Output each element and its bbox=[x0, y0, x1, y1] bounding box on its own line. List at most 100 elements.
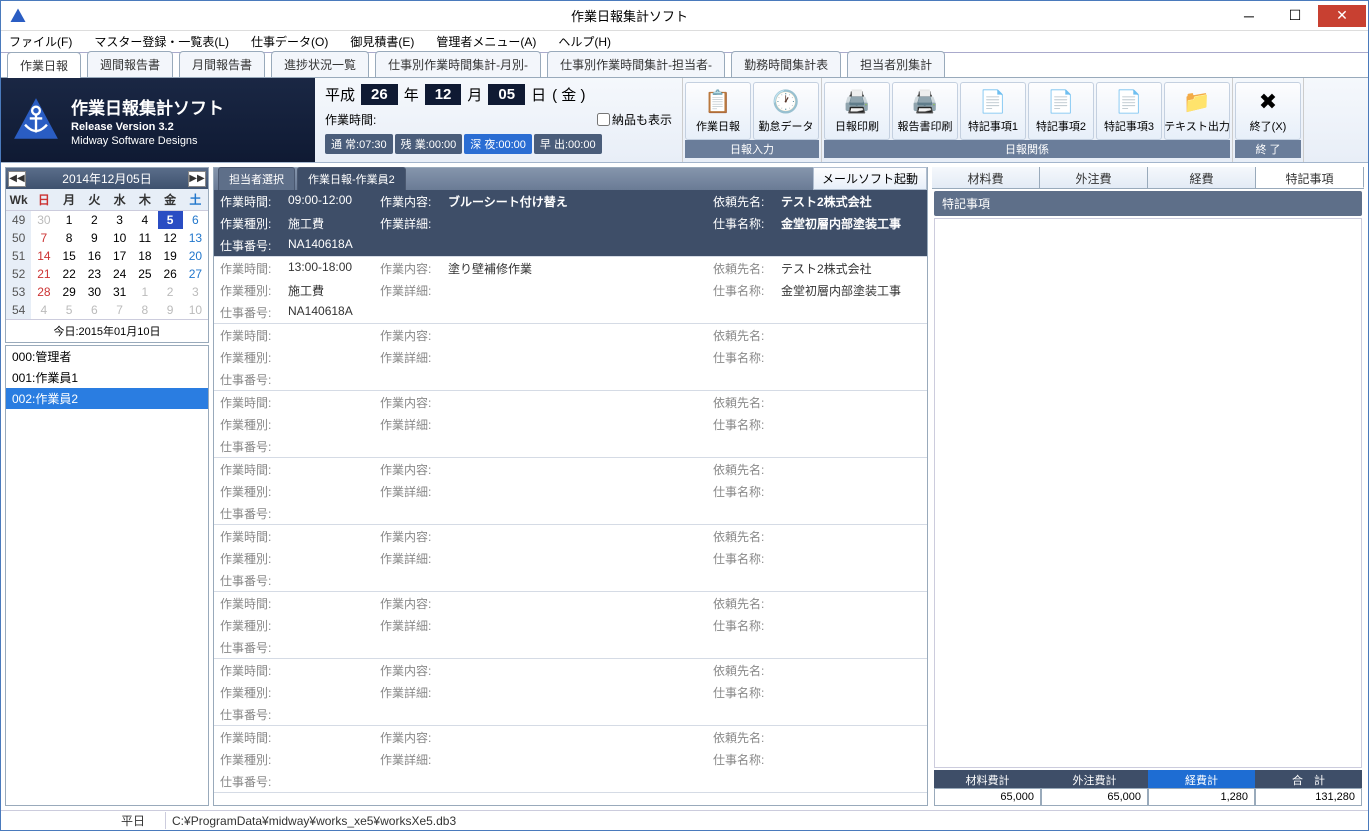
cal-day[interactable]: 14 bbox=[31, 247, 56, 265]
btn-note3[interactable]: 📄特記事項3 bbox=[1096, 82, 1162, 140]
cal-day[interactable]: 4 bbox=[31, 301, 56, 319]
entry-row[interactable]: 作業時間:09:00-12:00 作業内容:ブルーシート付け替え 依頼先名:テス… bbox=[214, 190, 927, 257]
menu-file[interactable]: ファイル(F) bbox=[5, 31, 76, 52]
cal-day[interactable]: 5 bbox=[57, 301, 82, 319]
entry-row[interactable]: 作業時間:13:00-18:00 作業内容:塗り壁補修作業 依頼先名:テスト2株… bbox=[214, 257, 927, 324]
cal-day[interactable]: 21 bbox=[31, 265, 56, 283]
cal-day[interactable]: 23 bbox=[82, 265, 107, 283]
btn-text-export[interactable]: 📁テキスト出力 bbox=[1164, 82, 1230, 140]
cal-day[interactable]: 29 bbox=[57, 283, 82, 301]
staff-item[interactable]: 002:作業員2 bbox=[6, 388, 208, 409]
tab-monthly[interactable]: 月間報告書 bbox=[179, 51, 265, 77]
cal-day[interactable]: 9 bbox=[82, 229, 107, 247]
cal-next[interactable]: ▶▶ bbox=[188, 171, 206, 187]
cal-day[interactable]: 9 bbox=[158, 301, 183, 319]
cal-day[interactable]: 6 bbox=[82, 301, 107, 319]
brand-title: 作業日報集計ソフト bbox=[71, 94, 224, 119]
month-value[interactable]: 12 bbox=[425, 84, 462, 105]
cal-day[interactable]: 1 bbox=[57, 211, 82, 230]
cal-day[interactable]: 13 bbox=[183, 229, 208, 247]
tab-time-by-job-staff[interactable]: 仕事別作業時間集計-担当者- bbox=[547, 51, 725, 77]
cal-day[interactable]: 7 bbox=[31, 229, 56, 247]
delivery-checkbox[interactable] bbox=[597, 113, 610, 126]
entry-row[interactable]: 作業時間: 作業内容: 依頼先名: 作業種別: 作業詳細: 仕事名称: 仕事番号… bbox=[214, 525, 927, 592]
btn-note2[interactable]: 📄特記事項2 bbox=[1028, 82, 1094, 140]
cal-day[interactable]: 7 bbox=[107, 301, 132, 319]
btn-print-daily[interactable]: 🖨️日報印刷 bbox=[824, 82, 890, 140]
cal-day[interactable]: 11 bbox=[132, 229, 157, 247]
cal-day[interactable]: 3 bbox=[107, 211, 132, 230]
cal-day[interactable]: 19 bbox=[158, 247, 183, 265]
close-button[interactable]: ✕ bbox=[1318, 5, 1366, 27]
btn-exit[interactable]: ✖終了(X) bbox=[1235, 82, 1301, 140]
entry-row[interactable]: 作業時間: 作業内容: 依頼先名: 作業種別: 作業詳細: 仕事名称: 仕事番号… bbox=[214, 391, 927, 458]
note-body[interactable] bbox=[934, 218, 1362, 768]
rtab-expense[interactable]: 経費 bbox=[1148, 167, 1256, 188]
entry-row[interactable]: 作業時間: 作業内容: 依頼先名: 作業種別: 作業詳細: 仕事名称: 仕事番号… bbox=[214, 324, 927, 391]
menu-admin[interactable]: 管理者メニュー(A) bbox=[432, 31, 540, 52]
menu-estimate[interactable]: 御見積書(E) bbox=[346, 31, 418, 52]
minimize-button[interactable]: ─ bbox=[1226, 5, 1272, 27]
mtab-staff-select[interactable]: 担当者選択 bbox=[218, 167, 295, 190]
cal-day[interactable]: 1 bbox=[132, 283, 157, 301]
cal-day[interactable]: 24 bbox=[107, 265, 132, 283]
tab-weekly[interactable]: 週間報告書 bbox=[87, 51, 173, 77]
cal-day[interactable]: 6 bbox=[183, 211, 208, 230]
rtab-material[interactable]: 材料費 bbox=[932, 167, 1040, 188]
cal-day[interactable]: 12 bbox=[158, 229, 183, 247]
cal-day[interactable]: 27 bbox=[183, 265, 208, 283]
cal-day[interactable]: 2 bbox=[82, 211, 107, 230]
cal-day[interactable]: 31 bbox=[107, 283, 132, 301]
year-value[interactable]: 26 bbox=[361, 84, 398, 105]
cal-day[interactable]: 4 bbox=[132, 211, 157, 230]
maximize-button[interactable]: ☐ bbox=[1272, 5, 1318, 27]
menu-master[interactable]: マスター登録・一覧表(L) bbox=[90, 31, 233, 52]
cal-day[interactable]: 8 bbox=[57, 229, 82, 247]
entry-row[interactable]: 作業時間: 作業内容: 依頼先名: 作業種別: 作業詳細: 仕事名称: 仕事番号… bbox=[214, 458, 927, 525]
brand-panel: 作業日報集計ソフト Release Version 3.2 Midway Sof… bbox=[1, 78, 315, 162]
tab-by-staff[interactable]: 担当者別集計 bbox=[847, 51, 945, 77]
cal-day[interactable]: 8 bbox=[132, 301, 157, 319]
calendar-table[interactable]: Wk日月火水木金土 493012345650789101112135114151… bbox=[6, 189, 208, 319]
btn-note1[interactable]: 📄特記事項1 bbox=[960, 82, 1026, 140]
entry-row[interactable]: 作業時間: 作業内容: 依頼先名: 作業種別: 作業詳細: 仕事名称: 仕事番号… bbox=[214, 726, 927, 793]
entry-row[interactable]: 作業時間: 作業内容: 依頼先名: 作業種別: 作業詳細: 仕事名称: 仕事番号… bbox=[214, 659, 927, 726]
cal-day[interactable]: 28 bbox=[31, 283, 56, 301]
staff-list[interactable]: 000:管理者001:作業員1002:作業員2 bbox=[5, 345, 209, 806]
cal-day[interactable]: 15 bbox=[57, 247, 82, 265]
btn-attendance[interactable]: 🕐勤怠データ bbox=[753, 82, 819, 140]
cal-today[interactable]: 今日:2015年01月10日 bbox=[6, 319, 208, 342]
cal-day[interactable]: 30 bbox=[82, 283, 107, 301]
cal-day[interactable]: 18 bbox=[132, 247, 157, 265]
cal-day[interactable]: 26 bbox=[158, 265, 183, 283]
cal-day[interactable]: 16 bbox=[82, 247, 107, 265]
tab-daily[interactable]: 作業日報 bbox=[7, 52, 81, 78]
entry-row[interactable]: 作業時間: 作業内容: 依頼先名: 作業種別: 作業詳細: 仕事名称: 仕事番号… bbox=[214, 592, 927, 659]
day-value[interactable]: 05 bbox=[488, 84, 525, 105]
cal-day[interactable]: 10 bbox=[107, 229, 132, 247]
rtab-outsource[interactable]: 外注費 bbox=[1040, 167, 1148, 188]
btn-daily-report[interactable]: 📋作業日報 bbox=[685, 82, 751, 140]
cal-day[interactable]: 25 bbox=[132, 265, 157, 283]
tab-time-by-job-month[interactable]: 仕事別作業時間集計-月別- bbox=[375, 51, 541, 77]
cal-day[interactable]: 22 bbox=[57, 265, 82, 283]
staff-item[interactable]: 000:管理者 bbox=[6, 346, 208, 367]
tab-progress[interactable]: 進捗状況一覧 bbox=[271, 51, 369, 77]
staff-item[interactable]: 001:作業員1 bbox=[6, 367, 208, 388]
cal-prev[interactable]: ◀◀ bbox=[8, 171, 26, 187]
cal-day[interactable]: 10 bbox=[183, 301, 208, 319]
btn-print-report[interactable]: 🖨️報告書印刷 bbox=[892, 82, 958, 140]
cal-day[interactable]: 2 bbox=[158, 283, 183, 301]
cal-day[interactable]: 20 bbox=[183, 247, 208, 265]
btn-mail[interactable]: メールソフト起動 bbox=[813, 167, 927, 190]
cal-day[interactable]: 5 bbox=[158, 211, 183, 230]
entries-list[interactable]: 作業時間:09:00-12:00 作業内容:ブルーシート付け替え 依頼先名:テス… bbox=[214, 190, 927, 805]
cal-day[interactable]: 3 bbox=[183, 283, 208, 301]
mtab-daily-staff[interactable]: 作業日報-作業員2 bbox=[297, 167, 406, 190]
cal-day[interactable]: 30 bbox=[31, 211, 56, 230]
rtab-notes[interactable]: 特記事項 bbox=[1256, 167, 1364, 188]
menu-help[interactable]: ヘルプ(H) bbox=[554, 31, 615, 52]
tab-worktime[interactable]: 勤務時間集計表 bbox=[731, 51, 841, 77]
cal-day[interactable]: 17 bbox=[107, 247, 132, 265]
menu-workdata[interactable]: 仕事データ(O) bbox=[247, 31, 332, 52]
